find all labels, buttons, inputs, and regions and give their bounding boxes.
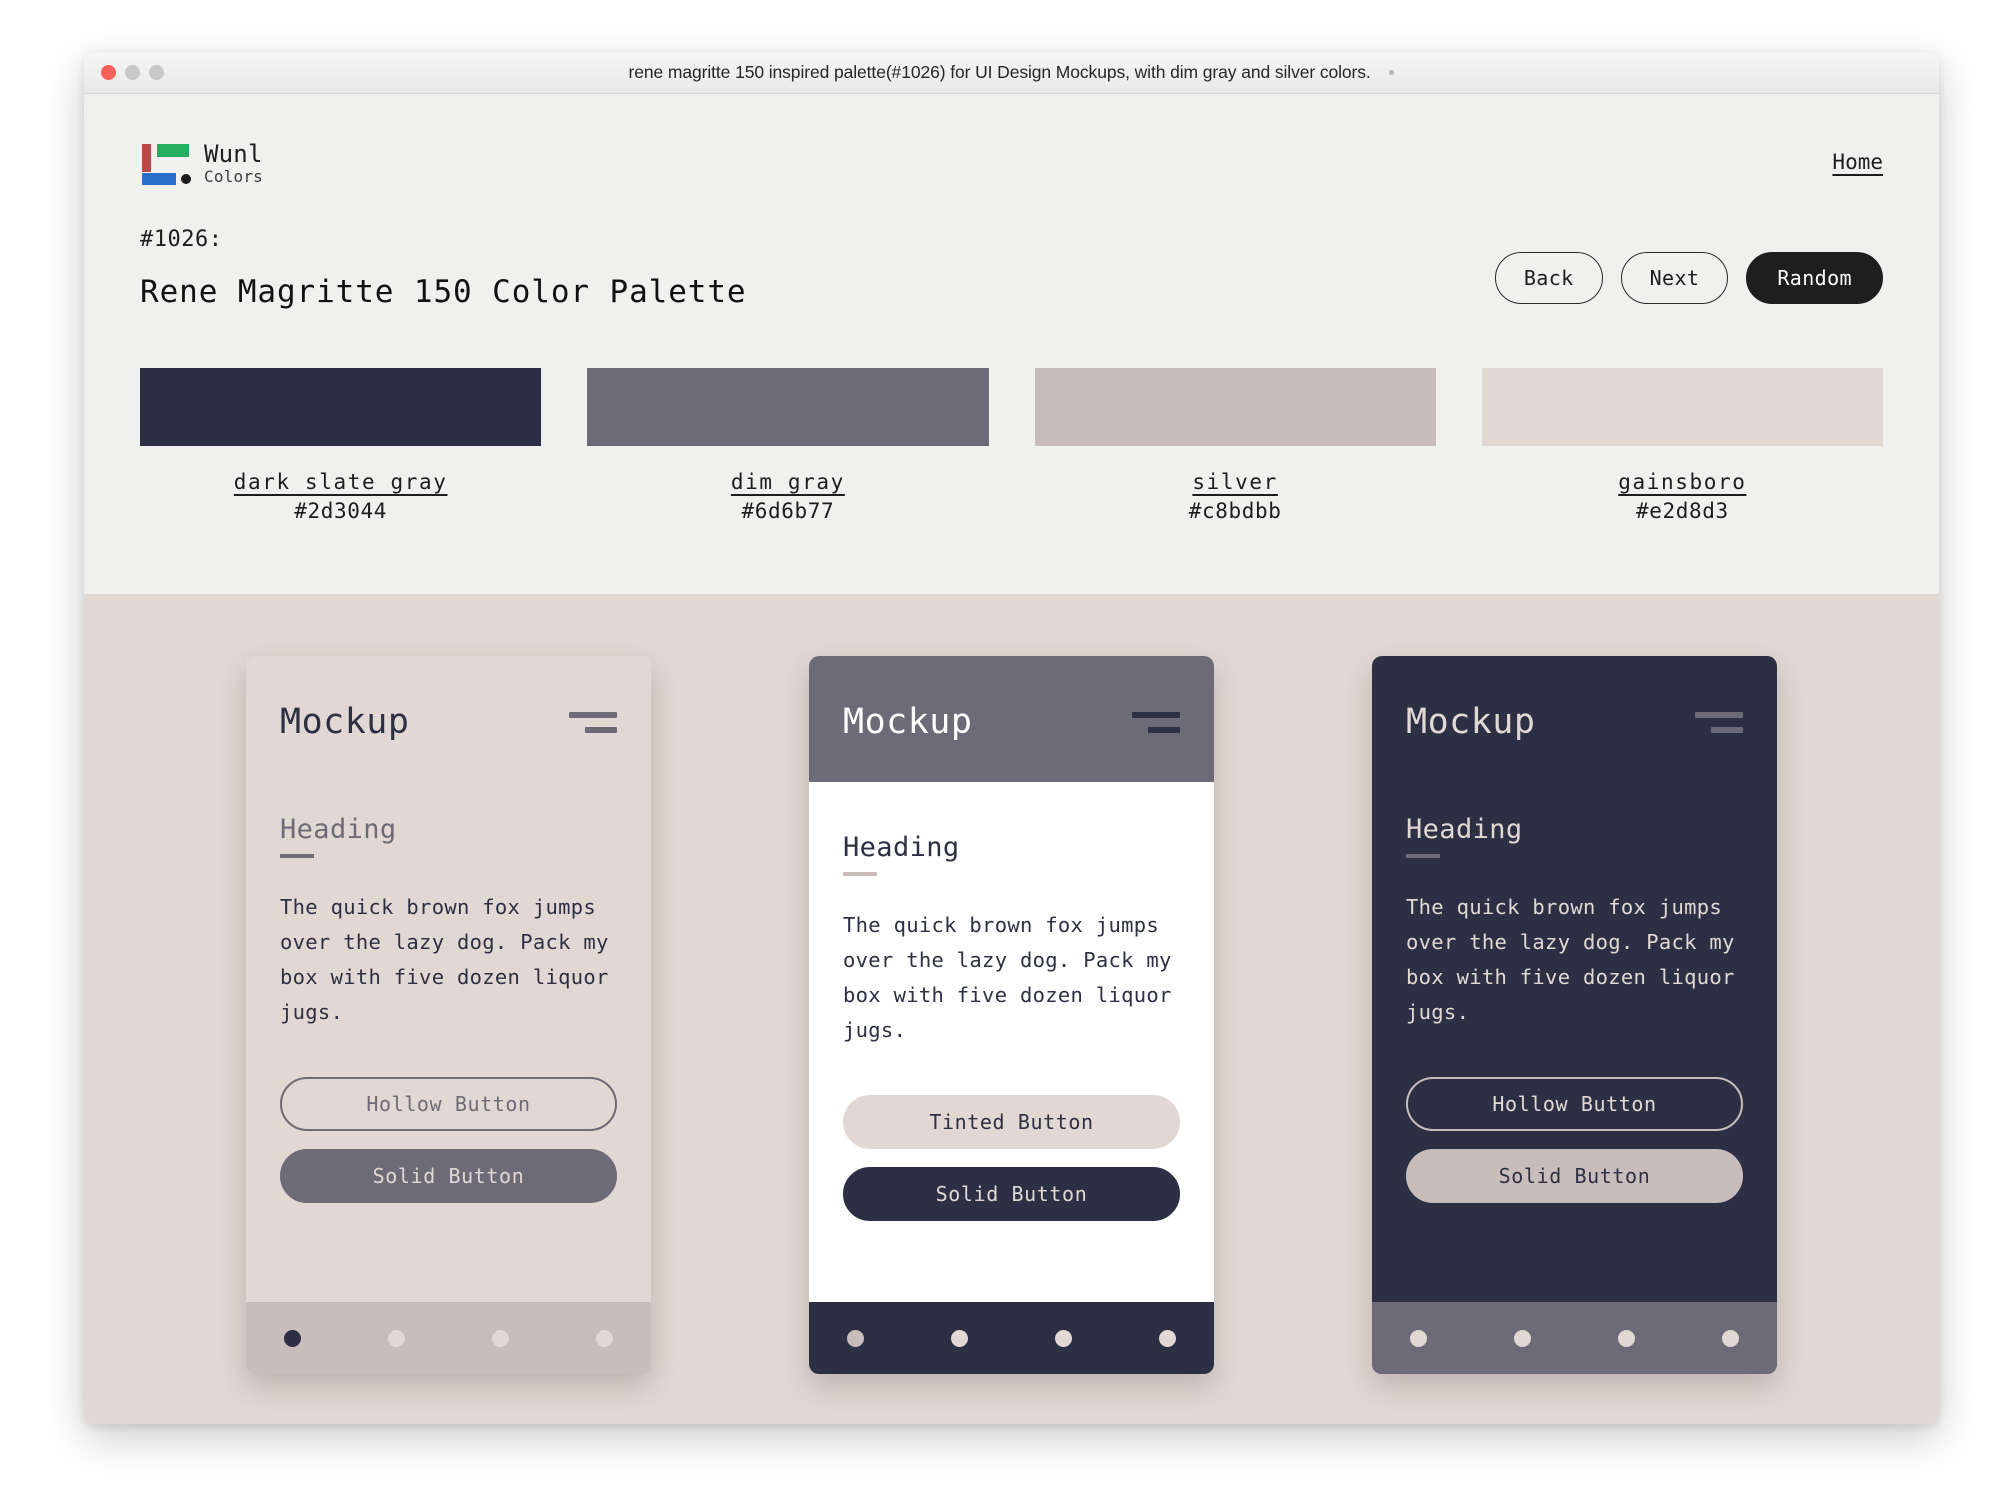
swatch-chip[interactable]: [587, 368, 989, 447]
mockup-title: Mockup: [1406, 702, 1536, 742]
page-dot[interactable]: [951, 1329, 968, 1347]
window-titlebar: rene magritte 150 inspired palette(#1026…: [84, 52, 1939, 94]
home-link[interactable]: Home: [1832, 150, 1883, 174]
heading-rule: [843, 872, 877, 876]
swatch-hex: #c8bdbb: [1188, 499, 1282, 524]
palette-header-panel: Wunl Colors Home #1026: Rene Magritte 15…: [84, 94, 1939, 594]
palette-id: #1026:: [140, 227, 223, 253]
solid-button[interactable]: Solid Button: [843, 1167, 1180, 1222]
mockup-body: Heading The quick brown fox jumps over t…: [246, 742, 651, 1302]
swatch-silver[interactable]: silver #c8bdbb: [1034, 368, 1436, 524]
mockup-title: Mockup: [280, 702, 410, 742]
mockup-title: Mockup: [843, 702, 973, 742]
swatch-gainsboro[interactable]: gainsboro #e2d8d3: [1481, 368, 1883, 524]
mockup-card-2: Mockup Heading The quick brown fox jumps…: [809, 656, 1214, 1374]
page-dot-active[interactable]: [284, 1329, 301, 1347]
page-dot[interactable]: [596, 1329, 613, 1347]
wunl-logo-icon: [140, 143, 191, 185]
heading-rule: [1406, 854, 1440, 858]
page-dot[interactable]: [1159, 1329, 1176, 1347]
mockup-heading: Heading: [843, 832, 960, 863]
heading-rule: [280, 854, 314, 858]
palette-title-block: #1026: Rene Magritte 150 Color Palette: [140, 229, 746, 308]
app-window: rene magritte 150 inspired palette(#1026…: [84, 52, 1939, 1424]
brand[interactable]: Wunl Colors: [140, 140, 263, 186]
mockup-buttons: Tinted Button Solid Button: [843, 1095, 1180, 1222]
mockup-card-1: Mockup Heading The quick brown fox jumps…: [246, 656, 651, 1374]
swatch-chip[interactable]: [140, 368, 542, 447]
mockup-buttons: Hollow Button Solid Button: [280, 1077, 617, 1204]
hamburger-menu-icon[interactable]: [569, 711, 617, 733]
swatch-name[interactable]: dark slate gray: [140, 470, 541, 494]
palette-title-row: #1026: Rene Magritte 150 Color Palette B…: [84, 185, 1939, 308]
page-dot[interactable]: [1618, 1329, 1635, 1347]
mockup-footer-nav: [246, 1302, 651, 1374]
solid-button[interactable]: Solid Button: [1406, 1149, 1743, 1204]
page-dot[interactable]: [1055, 1329, 1072, 1347]
mockup-header: Mockup: [1372, 656, 1777, 742]
swatch-chip[interactable]: [1034, 368, 1436, 447]
page-dot-active[interactable]: [847, 1329, 864, 1347]
mockup-footer-nav: [1372, 1302, 1777, 1374]
swatch-hex: #e2d8d3: [1636, 499, 1729, 524]
brand-bar: Wunl Colors Home: [84, 94, 1939, 185]
mockup-gallery: Mockup Heading The quick brown fox jumps…: [84, 594, 1939, 1424]
mockup-paragraph: The quick brown fox jumps over the lazy …: [1406, 895, 1735, 1024]
page-dot[interactable]: [1514, 1329, 1531, 1347]
mockup-header: Mockup: [246, 656, 651, 742]
mockup-card-3: Mockup Heading The quick brown fox jumps…: [1372, 656, 1777, 1374]
brand-text: Wunl Colors: [204, 140, 263, 186]
brand-name: Wunl: [204, 140, 263, 168]
mockup-heading: Heading: [280, 814, 397, 845]
swatch-name[interactable]: silver: [1035, 470, 1436, 494]
page-dot[interactable]: [492, 1329, 509, 1347]
palette-swatches: dark slate gray #2d3044 dim gray #6d6b77…: [84, 308, 1939, 523]
hamburger-menu-icon[interactable]: [1132, 711, 1180, 733]
mockup-paragraph: The quick brown fox jumps over the lazy …: [843, 913, 1172, 1042]
screenshot-root: rene magritte 150 inspired palette(#1026…: [0, 0, 1999, 1512]
window-title: rene magritte 150 inspired palette(#1026…: [84, 62, 1939, 83]
back-button[interactable]: Back: [1494, 252, 1603, 305]
hollow-button[interactable]: Hollow Button: [280, 1077, 617, 1132]
mockup-body: Heading The quick brown fox jumps over t…: [809, 782, 1214, 1302]
swatch-hex: #6d6b77: [741, 499, 835, 524]
swatch-name[interactable]: gainsboro: [1482, 470, 1883, 494]
page-dot-active[interactable]: [1410, 1329, 1427, 1347]
swatch-name[interactable]: dim gray: [587, 470, 988, 494]
window-title-text: rene magritte 150 inspired palette(#1026…: [628, 62, 1371, 82]
mockup-body: Heading The quick brown fox jumps over t…: [1372, 742, 1777, 1302]
mockup-footer-nav: [809, 1302, 1214, 1374]
page-dot[interactable]: [1722, 1329, 1739, 1347]
brand-subtitle: Colors: [204, 166, 263, 186]
hamburger-menu-icon[interactable]: [1695, 711, 1743, 733]
solid-button[interactable]: Solid Button: [280, 1149, 617, 1204]
tinted-button[interactable]: Tinted Button: [843, 1095, 1180, 1150]
palette-nav-buttons: Back Next Random: [1494, 252, 1883, 308]
swatch-chip[interactable]: [1481, 368, 1883, 447]
random-button[interactable]: Random: [1746, 252, 1883, 305]
page-title: Rene Magritte 150 Color Palette: [140, 274, 747, 311]
mockup-header: Mockup: [809, 656, 1214, 782]
swatch-hex: #2d3044: [294, 499, 387, 524]
next-button[interactable]: Next: [1620, 252, 1729, 305]
mockup-heading: Heading: [1406, 814, 1523, 845]
swatch-dark-slate-gray[interactable]: dark slate gray #2d3044: [140, 368, 542, 524]
hollow-button[interactable]: Hollow Button: [1406, 1077, 1743, 1132]
swatch-dim-gray[interactable]: dim gray #6d6b77: [587, 368, 989, 524]
mockup-buttons: Hollow Button Solid Button: [1406, 1077, 1743, 1204]
page-dot[interactable]: [388, 1329, 405, 1347]
modified-indicator-icon: [1389, 69, 1395, 75]
mockup-paragraph: The quick brown fox jumps over the lazy …: [280, 895, 609, 1024]
